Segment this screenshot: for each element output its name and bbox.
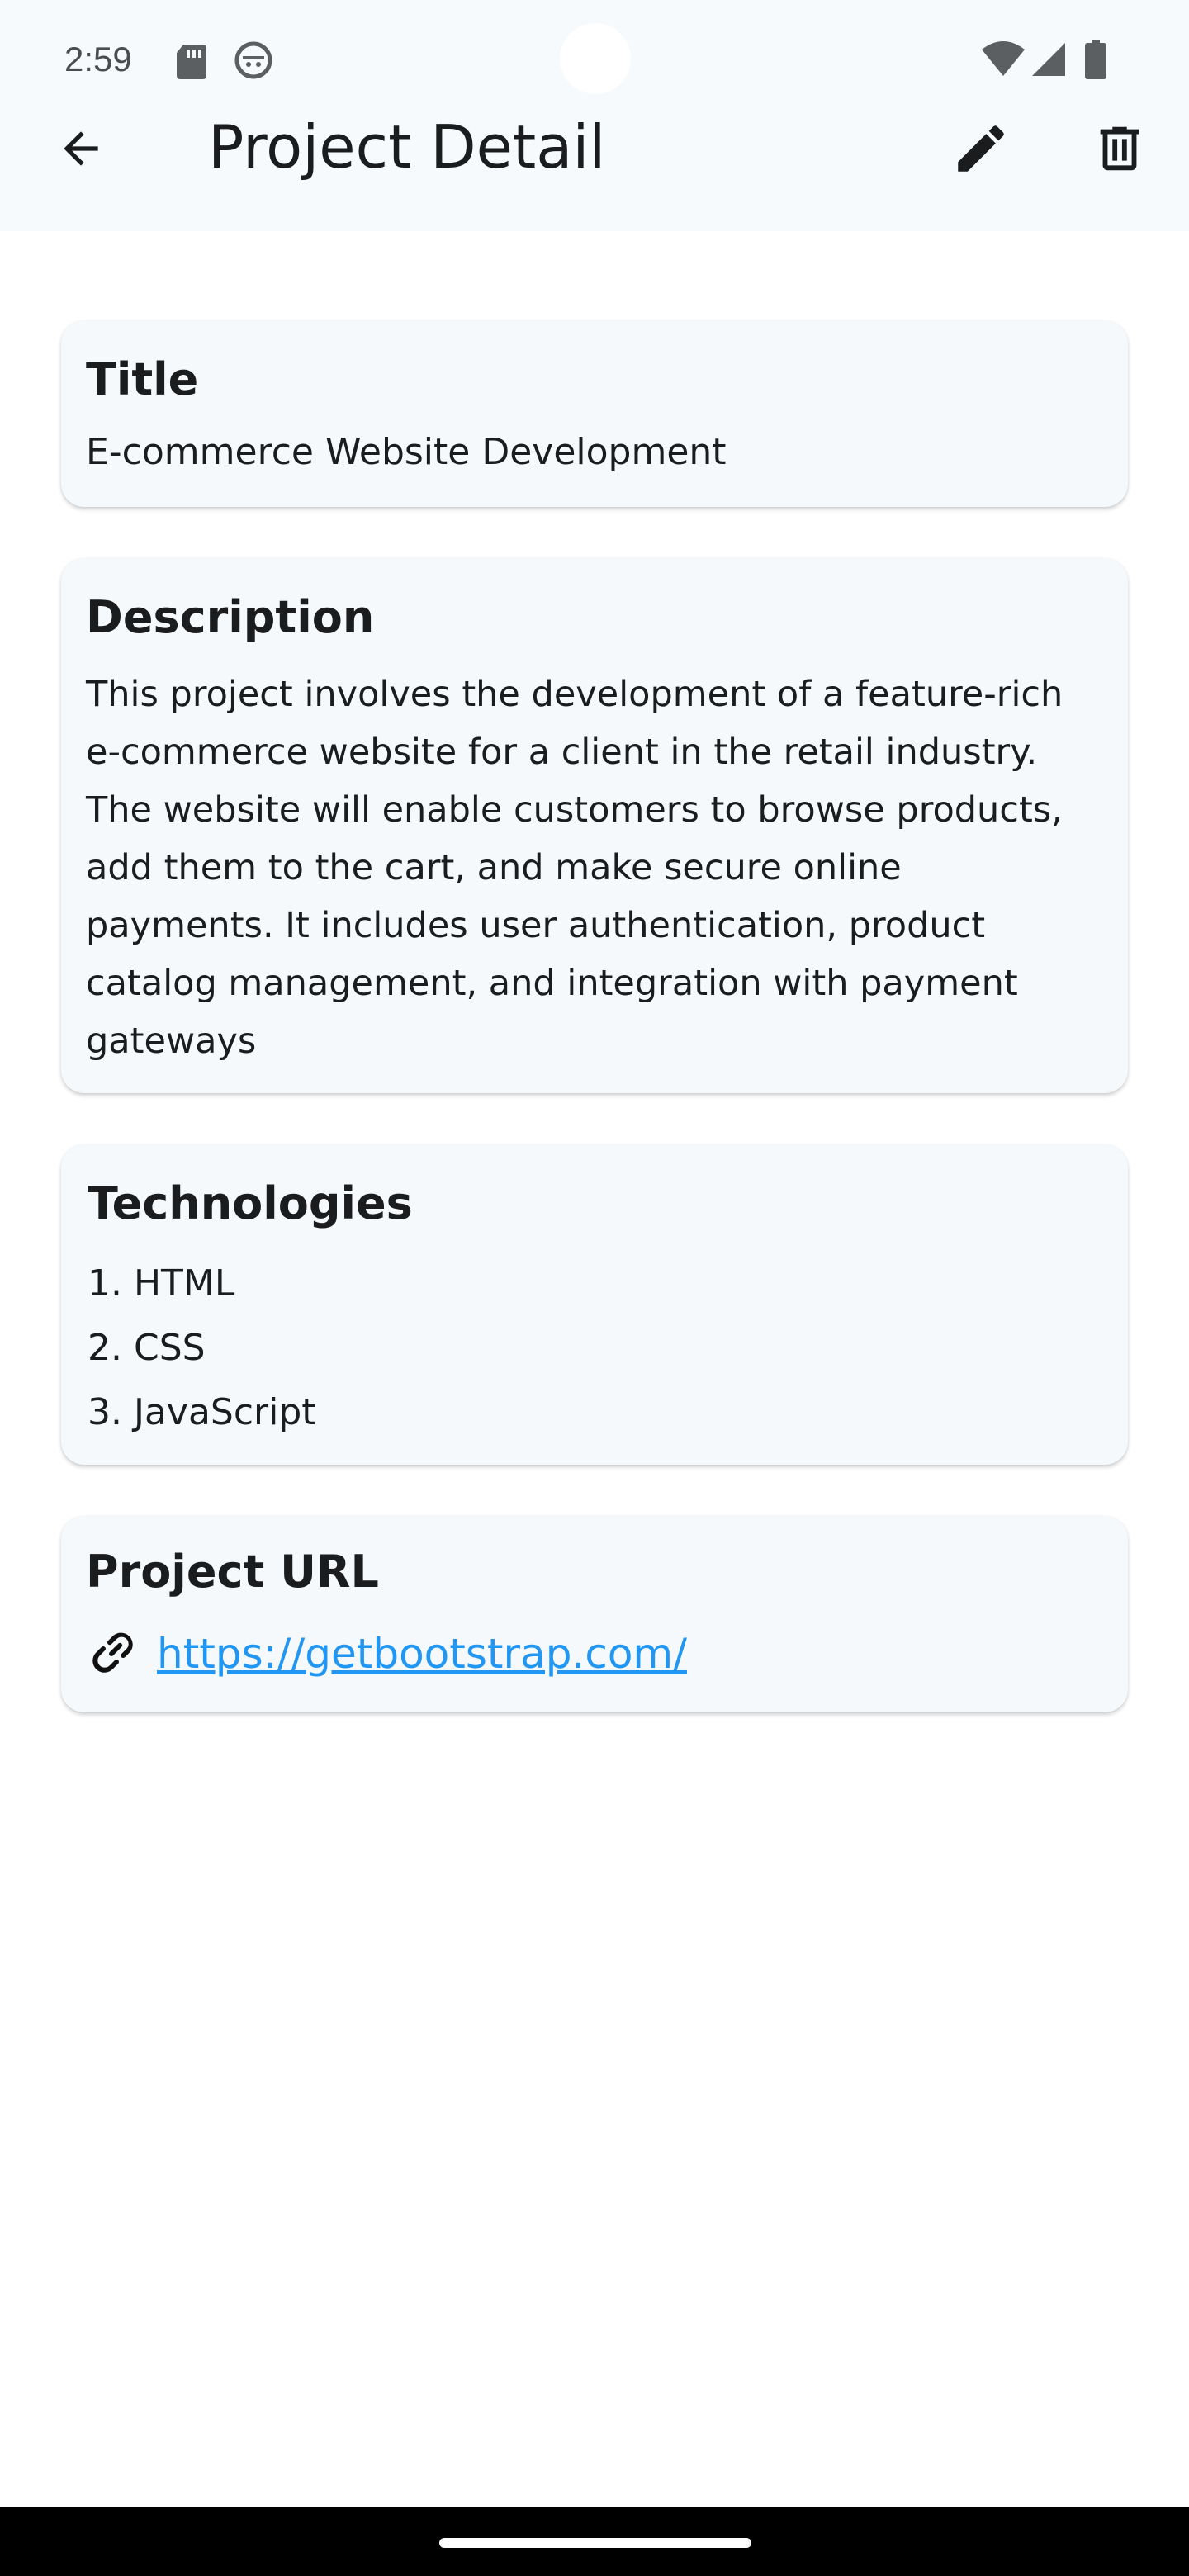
- pencil-icon: [950, 118, 1011, 182]
- home-gesture-handle[interactable]: [439, 2538, 751, 2548]
- project-url-heading: Project URL: [86, 1546, 379, 1598]
- link-icon: [84, 1623, 142, 1684]
- technologies-heading: Technologies: [88, 1177, 413, 1229]
- technologies-list: 1. HTML 2. CSS 3. JavaScript: [88, 1252, 316, 1445]
- page-title: Project Detail: [208, 112, 606, 182]
- project-url-link[interactable]: https://getbootstrap.com/: [157, 1630, 687, 1678]
- title-card: Title E-commerce Website Development: [61, 320, 1128, 507]
- battery-icon: [1085, 40, 1106, 83]
- back-button[interactable]: [40, 109, 122, 192]
- list-item: 2. CSS: [88, 1327, 206, 1369]
- project-url-row: https://getbootstrap.com/: [84, 1623, 687, 1684]
- project-url-card: Project URL https://getbootstrap.com/: [61, 1516, 1128, 1712]
- wifi-icon: [981, 41, 1026, 81]
- front-camera: [560, 23, 631, 94]
- status-time: 2:59: [64, 40, 132, 78]
- title-value: E-commerce Website Development: [86, 431, 727, 473]
- description-text: This project involves the development of…: [86, 674, 1063, 1062]
- android-debug-icon: [234, 41, 272, 83]
- list-item: 1. HTML: [88, 1262, 235, 1305]
- trash-icon: [1091, 118, 1149, 182]
- top-app-area: 2:59 Project Detail: [0, 0, 1189, 231]
- app-bar: Project Detail: [0, 107, 1189, 223]
- description-card: Description This project involves the de…: [61, 558, 1128, 1093]
- title-heading: Title: [86, 353, 199, 405]
- delete-button[interactable]: [1078, 109, 1161, 192]
- description-heading: Description: [86, 591, 375, 643]
- sd-card-icon: [175, 43, 208, 83]
- signal-icon: [1030, 41, 1067, 81]
- edit-button[interactable]: [940, 109, 1022, 192]
- list-item: 3. JavaScript: [88, 1391, 316, 1433]
- technologies-card: Technologies 1. HTML 2. CSS 3. JavaScrip…: [61, 1144, 1128, 1465]
- arrow-left-icon: [55, 123, 107, 178]
- system-navigation-bar: [0, 2507, 1189, 2576]
- status-bar: 2:59: [0, 0, 1189, 116]
